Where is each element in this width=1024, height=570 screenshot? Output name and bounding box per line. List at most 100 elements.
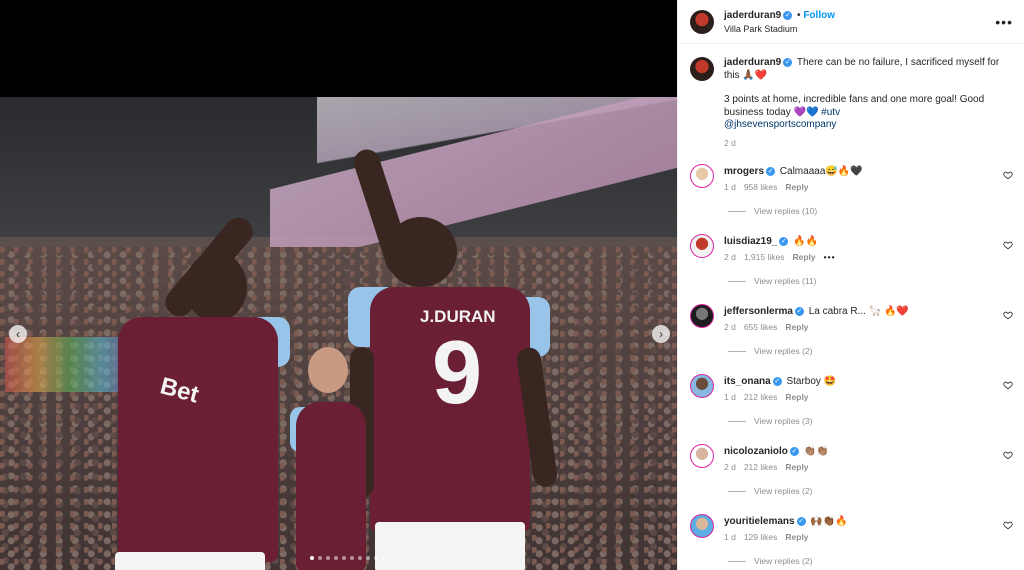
comment-item: jeffersonlerma ✓ La cabra R... 🦙 🔥❤️ 2 d 65… <box>678 302 1024 372</box>
heart-outline-icon[interactable] <box>1003 170 1013 182</box>
commenter-avatar[interactable] <box>690 304 714 328</box>
commenter-avatar[interactable] <box>690 444 714 468</box>
carousel-dot <box>374 556 378 560</box>
caption-text-2: 3 points at home, incredible fans and on… <box>724 94 985 118</box>
carousel-dot <box>318 556 322 560</box>
comment-item: youritielemans ✓ 🙌🏾👏🏾🔥 1 d 129 likes Reply Vi… <box>678 512 1024 570</box>
replies-divider <box>728 280 746 282</box>
carousel-dots <box>310 556 386 560</box>
view-replies-label: View replies (3) <box>754 416 813 426</box>
verified-badge-icon: ✓ <box>789 446 799 456</box>
heart-outline-icon[interactable] <box>1003 240 1013 252</box>
comment-likes[interactable]: 212 likes <box>744 462 778 472</box>
caption-time: 2 d <box>724 137 736 148</box>
comment-body: luisdiaz19_ ✓ 🔥🔥 <box>724 236 994 247</box>
reply-button[interactable]: Reply <box>785 182 808 192</box>
commenter-username[interactable]: mrogers <box>724 166 764 177</box>
comment-meta: 2 d 1,915 likes Reply ••• <box>724 252 836 262</box>
post-header: jaderduran9 ✓ • Follow Villa Park Stadium… <box>678 0 1024 44</box>
verified-badge-icon: ✓ <box>794 306 804 316</box>
follow-button[interactable]: Follow <box>803 10 835 21</box>
view-replies-button[interactable]: View replies (11) <box>728 276 817 286</box>
verified-badge-icon: ✓ <box>766 166 776 176</box>
comment-more-icon[interactable]: ••• <box>824 252 836 262</box>
heart-outline-icon[interactable] <box>1003 450 1013 462</box>
heart-outline-icon[interactable] <box>1003 380 1013 392</box>
verified-badge-icon: ✓ <box>772 376 782 386</box>
comment-time: 1 d <box>724 392 736 402</box>
view-replies-label: View replies (2) <box>754 346 813 356</box>
replies-divider <box>728 420 746 422</box>
heart-outline-icon[interactable] <box>1003 310 1013 322</box>
author-username[interactable]: jaderduran9 <box>724 10 781 21</box>
player-left: Bet <box>100 167 320 570</box>
comment-meta: 2 d 655 likes Reply <box>724 322 809 332</box>
comment-meta: 1 d 958 likes Reply <box>724 182 809 192</box>
comment-body: mrogers ✓ Calmaaaa😅🔥🖤 <box>724 166 994 177</box>
view-replies-button[interactable]: View replies (2) <box>728 556 812 566</box>
carousel-dot <box>350 556 354 560</box>
carousel-dot <box>382 556 386 560</box>
carousel-dot <box>334 556 338 560</box>
verified-badge-icon: ✓ <box>783 10 793 20</box>
comment-time: 1 d <box>724 182 736 192</box>
view-replies-button[interactable]: View replies (2) <box>728 346 812 356</box>
comment-text: Calmaaaa😅🔥🖤 <box>779 166 863 177</box>
heart-outline-icon[interactable] <box>1003 520 1013 532</box>
commenter-username[interactable]: youritielemans <box>724 516 795 527</box>
view-replies-label: View replies (2) <box>754 486 813 496</box>
commenter-username[interactable]: its_onana <box>724 376 771 387</box>
carousel-dot <box>358 556 362 560</box>
comment-item: luisdiaz19_ ✓ 🔥🔥 2 d 1,915 likes Reply ••• Vie… <box>678 232 1024 302</box>
reply-button[interactable]: Reply <box>785 392 808 402</box>
comment-item: mrogers ✓ Calmaaaa😅🔥🖤 1 d 958 likes Reply Vie… <box>678 162 1024 232</box>
comment-likes[interactable]: 958 likes <box>744 182 778 192</box>
verified-badge-icon: ✓ <box>796 516 806 526</box>
replies-divider <box>728 210 746 212</box>
replies-divider <box>728 490 746 492</box>
carousel-dot <box>366 556 370 560</box>
commenter-avatar[interactable] <box>690 234 714 258</box>
comment-time: 2 d <box>724 252 736 262</box>
comment-time: 2 d <box>724 322 736 332</box>
comment-time: 1 d <box>724 532 736 542</box>
reply-button[interactable]: Reply <box>785 462 808 472</box>
commenter-username[interactable]: luisdiaz19_ <box>724 236 777 247</box>
comment-text: 👏🏽👏🏽 <box>803 446 829 457</box>
reply-button[interactable]: Reply <box>785 322 808 332</box>
verified-badge-icon: ✓ <box>779 236 789 246</box>
comment-text: 🔥🔥 <box>793 236 819 247</box>
view-replies-label: View replies (10) <box>754 206 818 216</box>
more-options-icon[interactable]: ••• <box>995 14 1013 30</box>
commenter-avatar[interactable] <box>690 514 714 538</box>
caption-mention[interactable]: @jhsevensportscompany <box>724 119 836 130</box>
comment-time: 2 d <box>724 462 736 472</box>
commenter-avatar[interactable] <box>690 164 714 188</box>
post-location[interactable]: Villa Park Stadium <box>724 24 797 34</box>
comment-likes[interactable]: 1,915 likes <box>744 252 785 262</box>
commenter-username[interactable]: nicolozaniolo <box>724 446 788 457</box>
view-replies-button[interactable]: View replies (2) <box>728 486 812 496</box>
commenter-username[interactable]: jeffersonlerma <box>724 306 793 317</box>
comment-text: La cabra R... 🦙 🔥❤️ <box>808 306 909 317</box>
reply-button[interactable]: Reply <box>785 532 808 542</box>
caption-hashtag[interactable]: #utv <box>821 107 840 118</box>
comment-meta: 1 d 212 likes Reply <box>724 392 809 402</box>
comment-likes[interactable]: 212 likes <box>744 392 778 402</box>
comment-text: 🙌🏾👏🏾🔥 <box>810 516 848 527</box>
comment-likes[interactable]: 129 likes <box>744 532 778 542</box>
view-replies-button[interactable]: View replies (3) <box>728 416 812 426</box>
comment-likes[interactable]: 655 likes <box>744 322 778 332</box>
post-sidebar: jaderduran9 ✓ • Follow Villa Park Stadium… <box>677 0 1024 570</box>
commenter-avatar[interactable] <box>690 374 714 398</box>
author-avatar[interactable] <box>690 10 714 34</box>
replies-divider <box>728 350 746 352</box>
view-replies-label: View replies (2) <box>754 556 813 566</box>
caption-username[interactable]: jaderduran9 <box>724 57 781 68</box>
carousel-dot <box>342 556 346 560</box>
caption-author-avatar[interactable] <box>690 57 714 81</box>
view-replies-button[interactable]: View replies (10) <box>728 206 817 216</box>
reply-button[interactable]: Reply <box>792 252 815 262</box>
carousel-prev-button[interactable]: ‹ <box>9 325 27 343</box>
carousel-next-button[interactable]: › <box>652 325 670 343</box>
